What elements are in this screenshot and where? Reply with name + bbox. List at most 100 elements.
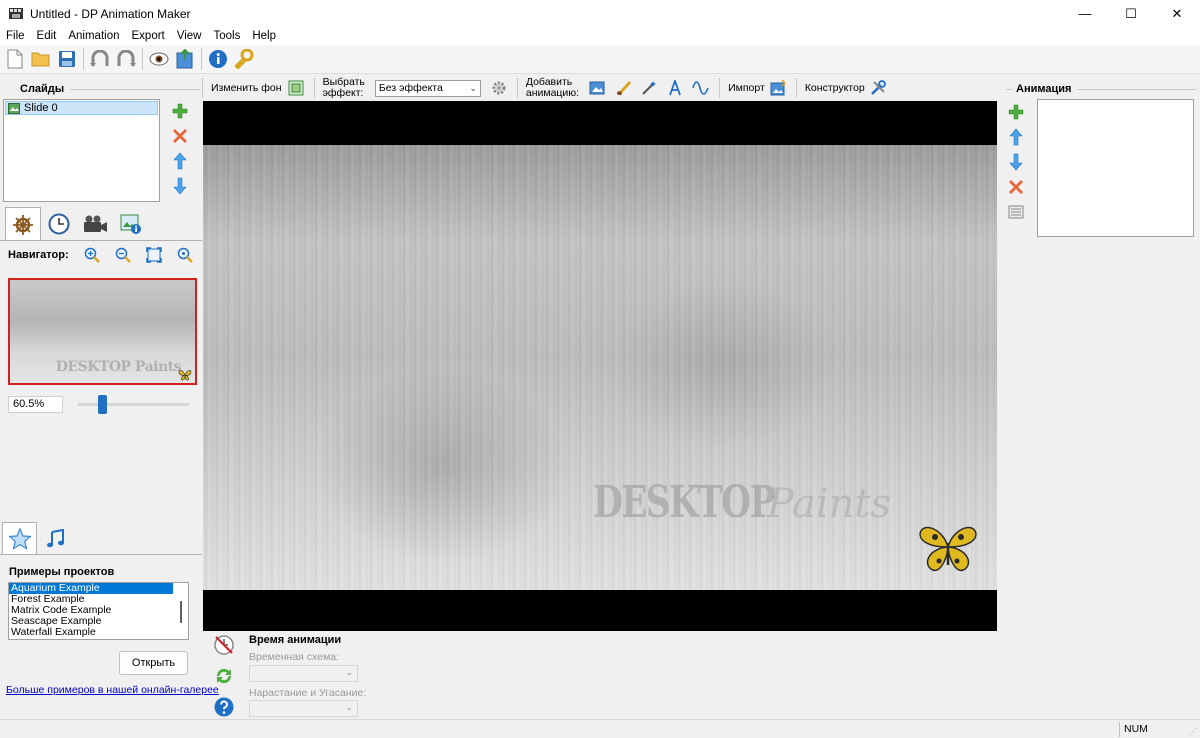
move-slide-down-button[interactable] bbox=[170, 177, 190, 195]
menu-view[interactable]: View bbox=[171, 27, 208, 45]
navigator-row: Навигатор: bbox=[8, 246, 201, 264]
add-image-animation-button[interactable] bbox=[587, 79, 607, 97]
menu-tools[interactable]: Tools bbox=[207, 27, 246, 45]
window-title: Untitled - DP Animation Maker bbox=[30, 6, 191, 21]
menu-bar: File Edit Animation Export View Tools He… bbox=[0, 27, 1200, 45]
close-button[interactable]: ✕ bbox=[1154, 0, 1200, 27]
fade-dropdown[interactable]: ⌄ bbox=[249, 700, 358, 717]
clock-delete-icon bbox=[214, 635, 234, 655]
add-path-animation-button[interactable] bbox=[691, 79, 711, 97]
examples-scrollbar[interactable] bbox=[180, 601, 182, 623]
add-particles-animation-button[interactable] bbox=[639, 79, 659, 97]
menu-edit[interactable]: Edit bbox=[31, 27, 63, 45]
tab-examples[interactable] bbox=[2, 522, 37, 555]
tab-camera[interactable] bbox=[77, 207, 113, 240]
clock-icon bbox=[48, 213, 70, 234]
fit-to-window-button[interactable] bbox=[139, 246, 170, 264]
constructor-button[interactable] bbox=[868, 79, 888, 97]
brush-icon bbox=[617, 81, 632, 96]
register-key-button[interactable] bbox=[231, 46, 257, 72]
text-icon bbox=[669, 80, 681, 96]
menu-export[interactable]: Export bbox=[126, 27, 171, 45]
resize-grip-icon[interactable]: ⋰ bbox=[1189, 727, 1197, 736]
animation-time-actions bbox=[213, 634, 235, 721]
animation-properties-button[interactable] bbox=[1006, 203, 1026, 221]
move-slide-up-button[interactable] bbox=[170, 152, 190, 170]
new-file-button[interactable] bbox=[2, 46, 28, 72]
save-button[interactable] bbox=[54, 46, 80, 72]
menu-animation[interactable]: Animation bbox=[62, 27, 125, 45]
butterfly-icon bbox=[919, 526, 977, 572]
open-folder-button[interactable] bbox=[28, 46, 54, 72]
constructor-label[interactable]: Конструктор bbox=[805, 82, 865, 94]
zoom-slider-thumb[interactable] bbox=[98, 395, 107, 414]
loop-button[interactable] bbox=[213, 665, 235, 690]
list-item[interactable]: Waterfall Example bbox=[9, 627, 188, 638]
undo-button[interactable] bbox=[87, 46, 113, 72]
animation-time-panel: Время анимации Временная схема: ⌄ Нараст… bbox=[205, 632, 997, 718]
zoom-value-field[interactable]: 60.5% bbox=[8, 396, 63, 413]
zoom-out-button[interactable] bbox=[108, 246, 139, 264]
import-button[interactable] bbox=[768, 79, 788, 97]
move-animation-down-button[interactable] bbox=[1006, 153, 1026, 171]
change-background-button[interactable] bbox=[286, 79, 306, 97]
add-animation-label: Добавить анимацию: bbox=[526, 77, 579, 99]
slide-canvas[interactable]: DESKTOP Paints bbox=[203, 101, 997, 631]
list-item[interactable]: Slide 0 bbox=[5, 101, 158, 115]
open-example-button[interactable]: Открыть bbox=[119, 651, 188, 675]
add-slide-button[interactable] bbox=[170, 102, 190, 120]
music-note-icon bbox=[46, 528, 64, 547]
preview-button[interactable] bbox=[146, 46, 172, 72]
fit-screen-icon bbox=[146, 247, 162, 263]
add-animation-button[interactable] bbox=[1006, 103, 1026, 121]
change-background-label[interactable]: Изменить фон bbox=[211, 82, 282, 94]
export-button[interactable] bbox=[172, 46, 198, 72]
remove-timing-button[interactable] bbox=[213, 634, 235, 659]
effect-dropdown-value: Без эффекта bbox=[378, 81, 443, 94]
move-animation-up-button[interactable] bbox=[1006, 128, 1026, 146]
picture-icon bbox=[589, 81, 605, 95]
ship-wheel-icon bbox=[13, 214, 33, 235]
examples-title: Примеры проектов bbox=[9, 566, 115, 578]
canvas-watermark: DESKTOP Paints bbox=[593, 477, 891, 528]
navigator-preview[interactable]: DESKTOP Paints bbox=[8, 278, 197, 385]
delete-animation-button[interactable] bbox=[1006, 178, 1026, 196]
minimize-button[interactable]: — bbox=[1062, 0, 1108, 27]
effect-dropdown[interactable]: Без эффекта ⌄ bbox=[374, 79, 481, 97]
maximize-button[interactable]: ☐ bbox=[1108, 0, 1154, 27]
delete-slide-button[interactable] bbox=[170, 127, 190, 145]
menu-file[interactable]: File bbox=[0, 27, 31, 45]
tab-image-info[interactable] bbox=[113, 207, 149, 240]
properties-tabs bbox=[5, 207, 149, 241]
effect-settings-button[interactable] bbox=[489, 79, 509, 97]
slides-title: Слайды bbox=[20, 83, 65, 95]
animation-list[interactable] bbox=[1037, 99, 1194, 237]
watermark-paints-text: Paints bbox=[766, 481, 891, 527]
toolbar-separator bbox=[795, 78, 797, 98]
examples-list[interactable]: Aquarium Example Forest Example Matrix C… bbox=[8, 582, 189, 640]
info-button[interactable] bbox=[205, 46, 231, 72]
redo-button[interactable] bbox=[113, 46, 139, 72]
import-label[interactable]: Импорт bbox=[728, 82, 765, 94]
slides-list[interactable]: Slide 0 bbox=[3, 99, 160, 202]
gear-icon bbox=[492, 81, 506, 95]
add-text-animation-button[interactable] bbox=[665, 79, 685, 97]
zoom-actual-icon bbox=[177, 247, 194, 263]
tab-music[interactable] bbox=[37, 522, 72, 555]
menu-help[interactable]: Help bbox=[246, 27, 282, 45]
tab-timing[interactable] bbox=[41, 207, 77, 240]
preview-watermark: DESKTOP Paints bbox=[55, 359, 182, 375]
import-image-icon bbox=[770, 80, 786, 96]
actual-size-button[interactable] bbox=[170, 246, 201, 264]
add-animation-label-line2: анимацию: bbox=[525, 87, 580, 99]
help-icon bbox=[214, 697, 234, 717]
zoom-slider[interactable] bbox=[78, 395, 189, 414]
tab-navigator[interactable] bbox=[5, 207, 41, 241]
zoom-in-button[interactable] bbox=[77, 246, 108, 264]
time-scheme-dropdown[interactable]: ⌄ bbox=[249, 665, 358, 682]
add-brush-animation-button[interactable] bbox=[613, 79, 633, 97]
online-gallery-link[interactable]: Больше примеров в нашей онлайн-галерее bbox=[6, 684, 219, 696]
help-button[interactable] bbox=[213, 696, 235, 721]
new-file-icon bbox=[7, 49, 23, 69]
select-effect-label: Выбрать эффект: bbox=[323, 77, 365, 99]
